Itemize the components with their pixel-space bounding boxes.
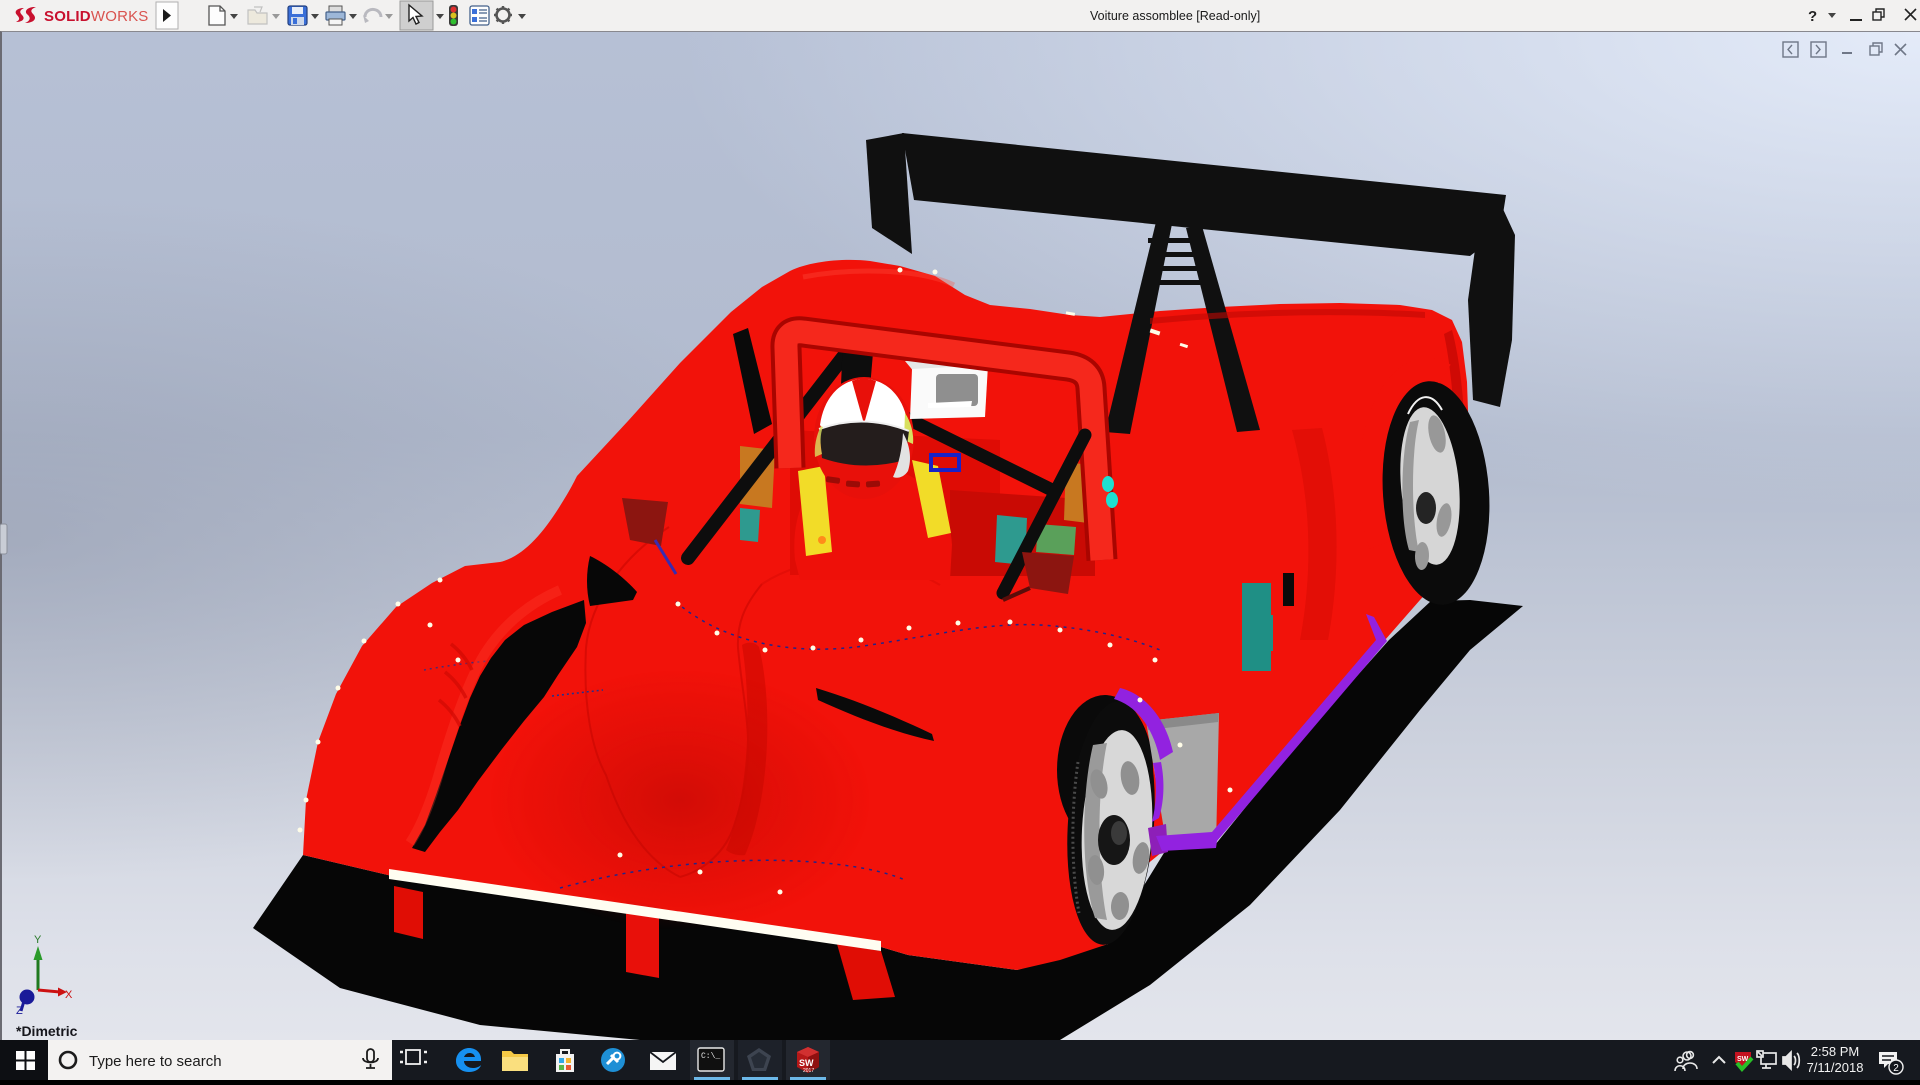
svg-text:2017: 2017 — [803, 1068, 814, 1074]
svg-text:SW: SW — [799, 1058, 814, 1068]
svg-text:2:58 PM: 2:58 PM — [1811, 1044, 1859, 1059]
svg-text:Type here to search: Type here to search — [89, 1053, 222, 1070]
svg-text:?: ? — [1808, 8, 1817, 25]
svg-text:SOLIDWORKS: SOLIDWORKS — [44, 8, 149, 25]
svg-text:2: 2 — [1893, 1063, 1899, 1074]
svg-text:C:\_: C:\_ — [701, 1052, 720, 1061]
svg-text:7/11/2018: 7/11/2018 — [1807, 1060, 1864, 1075]
